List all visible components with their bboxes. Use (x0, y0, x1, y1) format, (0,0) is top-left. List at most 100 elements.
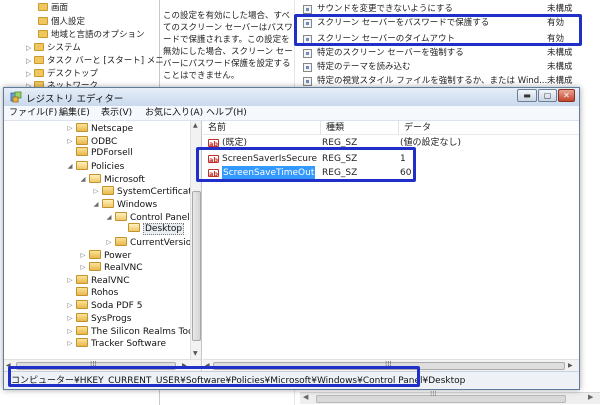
value-row-selected[interactable]: ab ScreenSaveTimeOut REG_SZ 60 (203, 166, 573, 180)
tree-key-systemcertificates[interactable]: ▷ SystemCertificates (92, 185, 201, 198)
policy-setting-icon (303, 49, 312, 58)
tree-key-silicon-realms[interactable]: ▷ The Silicon Realms Toolw (66, 325, 201, 338)
tree-key-odbc[interactable]: ▷ ODBC (66, 135, 117, 148)
scroll-left-icon[interactable]: ◀ (6, 362, 11, 369)
folder-icon (102, 186, 114, 195)
menu-file[interactable]: ファイル(F) (6, 107, 60, 120)
policy-tree-item[interactable]: 画面 (38, 2, 68, 14)
expand-arrow-icon[interactable]: ▷ (26, 42, 34, 54)
policy-row[interactable]: スクリーン セーバーをパスワードで保護する 有効 (295, 16, 600, 30)
menu-bar: ファイル(F) 編集(E) 表示(V) お気に入り(A) ヘルプ(H) (4, 106, 579, 121)
menu-view[interactable]: 表示(V) (98, 107, 135, 120)
values-horizontal-scrollbar[interactable]: ◀ ⁞⁞⁞ ▶ (203, 359, 579, 371)
folder-open-icon (89, 174, 101, 183)
tree-key-pdforsell[interactable]: PDForsell (66, 147, 133, 160)
scroll-left-icon[interactable]: ◀ (205, 362, 210, 369)
minimize-button[interactable]: ▬ (517, 89, 537, 102)
scrollbar-thumb[interactable] (316, 395, 566, 403)
expand-arrow-icon[interactable]: ▷ (66, 337, 74, 350)
expand-arrow-icon[interactable]: ▷ (79, 261, 87, 274)
folder-icon (38, 17, 48, 25)
column-header-name[interactable]: 名前 (203, 121, 321, 135)
policy-tree-item[interactable]: ▷ タスク バーと [スタート] メニ (26, 55, 164, 67)
expand-arrow-icon[interactable]: ▷ (66, 312, 74, 325)
folder-icon (76, 338, 88, 347)
folder-icon (76, 147, 88, 156)
expand-arrow-icon[interactable]: ▷ (105, 236, 113, 249)
scroll-left-icon[interactable]: ◀ (303, 393, 308, 401)
expand-arrow-icon[interactable]: ▷ (66, 299, 74, 312)
expand-arrow-icon[interactable]: ▷ (66, 274, 74, 287)
policy-horizontal-scrollbar[interactable]: ◀ ⁞⁞⁞ ▶ (300, 390, 600, 404)
folder-open-icon (115, 212, 127, 221)
expand-arrow-icon[interactable]: ▷ (66, 122, 74, 135)
collapse-arrow-icon[interactable]: ◢ (66, 160, 74, 173)
tree-key-netscape[interactable]: ▷ Netscape (66, 122, 133, 135)
tree-key-control-panel[interactable]: ◢ Control Panel (105, 211, 190, 224)
value-row[interactable]: ab (既定) REG_SZ (値の設定なし) (203, 136, 573, 150)
registry-editor-icon (10, 91, 22, 103)
expand-arrow-icon[interactable]: ▷ (92, 185, 100, 198)
policy-tree-item[interactable]: ▷ デスクトップ (26, 68, 98, 80)
tree-key-microsoft[interactable]: ◢ Microsoft (79, 173, 145, 186)
expand-arrow-icon[interactable]: ▷ (66, 325, 74, 338)
collapse-arrow-icon[interactable]: ◢ (79, 173, 87, 186)
policy-row[interactable]: 特定のスクリーン セーバーを強制する 未構成 (295, 46, 600, 60)
folder-icon (76, 326, 88, 335)
registry-key-tree: ▷ Netscape ▷ ODBC PDForsell ◢ Policies ◢ Mic… (4, 121, 202, 371)
folder-icon (34, 56, 44, 64)
tree-key-soda-pdf[interactable]: ▷ Soda PDF 5 (66, 299, 142, 312)
scroll-up-icon[interactable]: ▲ (193, 122, 198, 129)
policy-row[interactable]: スクリーン セーバーのタイムアウト 有効 (295, 32, 600, 46)
policy-tree-item[interactable]: 個人設定 (38, 16, 85, 28)
folder-icon (38, 3, 48, 11)
scroll-right-icon[interactable]: ▶ (568, 362, 573, 369)
policy-setting-icon (303, 35, 312, 44)
tree-key-power[interactable]: ▷ Power (79, 249, 131, 262)
column-header-data[interactable]: データ (399, 121, 579, 135)
collapse-arrow-icon[interactable]: ◢ (92, 198, 100, 211)
string-value-icon: ab (208, 169, 219, 178)
scrollbar-grip: ⁞⁞⁞ (430, 390, 437, 398)
menu-favorites[interactable]: お気に入り(A) (142, 107, 206, 120)
expand-arrow-icon[interactable]: ▷ (66, 135, 74, 148)
tree-key-policies[interactable]: ◢ Policies (66, 160, 124, 173)
tree-key-realvnc[interactable]: ▷ RealVNC (66, 274, 130, 287)
policy-row[interactable]: サウンドを変更できないようにする 未構成 (295, 2, 600, 16)
scrollbar-thumb[interactable] (192, 191, 201, 341)
scroll-down-icon[interactable]: ▼ (193, 350, 198, 357)
menu-help[interactable]: ヘルプ(H) (203, 107, 250, 120)
tree-key-currentversion[interactable]: ▷ CurrentVersion (105, 236, 197, 249)
expand-arrow-icon[interactable]: ▷ (26, 55, 34, 67)
close-button[interactable]: ✕ (558, 89, 575, 102)
window-title: レジストリ エディター (26, 94, 124, 105)
policy-tree-item[interactable]: 地域と言語のオプション (38, 29, 145, 41)
title-bar[interactable]: レジストリ エディター ▬ ▢ ✕ (4, 88, 579, 106)
scroll-right-icon[interactable]: ▶ (182, 362, 187, 369)
scroll-right-icon[interactable]: ▶ (588, 393, 593, 401)
tree-vertical-scrollbar[interactable]: ▲ ▼ (190, 121, 201, 359)
tree-horizontal-scrollbar[interactable]: ◀ ⁞⁞⁞ ▶ (4, 359, 201, 371)
expand-arrow-icon[interactable]: ▷ (26, 68, 34, 80)
policy-setting-icon (303, 77, 312, 86)
tree-key-realvnc[interactable]: ▷ RealVNC (79, 261, 143, 274)
tree-key-desktop[interactable]: Desktop (118, 223, 185, 236)
folder-icon (34, 43, 44, 51)
column-header-type[interactable]: 種類 (321, 121, 399, 135)
folder-open-icon (76, 161, 88, 170)
folder-icon (76, 300, 88, 309)
status-bar-path: コンピューター¥HKEY_CURRENT_USER¥Software¥Polic… (4, 371, 579, 389)
tree-key-tracker-software[interactable]: ▷ Tracker Software (66, 337, 166, 350)
tree-key-rohos[interactable]: Rohos (66, 287, 118, 300)
expand-arrow-icon[interactable]: ▷ (79, 249, 87, 262)
tree-key-sysprogs[interactable]: ▷ SysProgs (66, 312, 131, 325)
policy-tree-item[interactable]: ▷ システム (26, 42, 81, 54)
collapse-arrow-icon[interactable]: ◢ (105, 211, 113, 224)
policy-row[interactable]: 特定のテーマを読み込む 未構成 (295, 60, 600, 74)
maximize-button[interactable]: ▢ (538, 89, 557, 102)
policy-row[interactable]: 特定の視覚スタイル ファイルを強制するか、または Wind... 未構成 (295, 74, 600, 88)
tree-key-windows[interactable]: ◢ Windows (92, 198, 157, 211)
menu-edit[interactable]: 編集(E) (56, 107, 93, 120)
folder-icon (34, 69, 44, 77)
value-row[interactable]: ab ScreenSaverIsSecure REG_SZ 1 (203, 152, 573, 166)
